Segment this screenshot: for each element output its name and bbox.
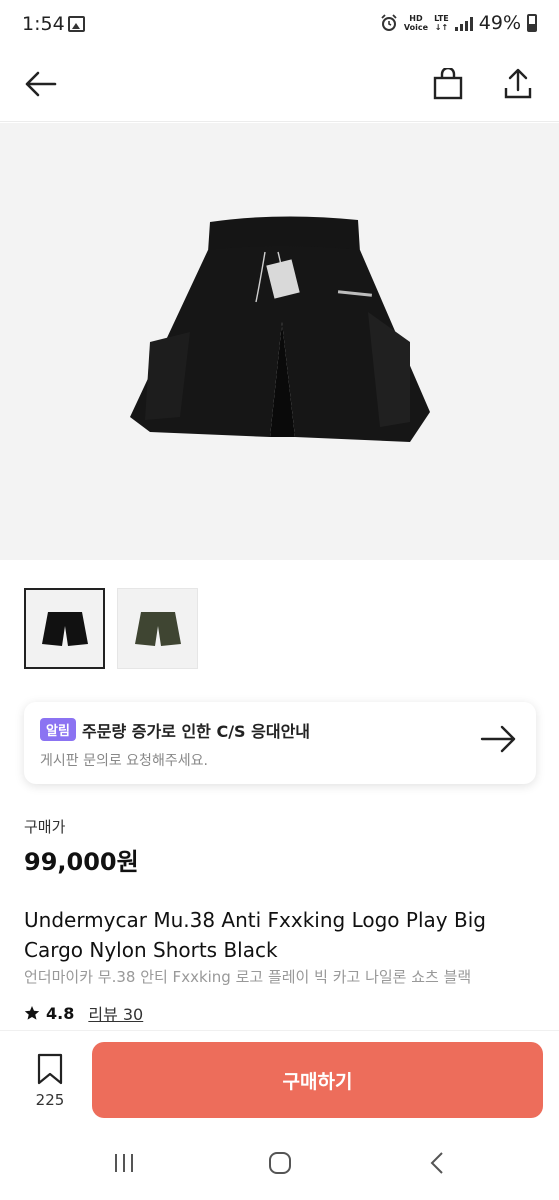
system-back-button[interactable] bbox=[417, 1148, 457, 1178]
voice-label: Voice bbox=[403, 23, 429, 32]
home-icon bbox=[269, 1152, 291, 1174]
home-button[interactable] bbox=[260, 1148, 300, 1178]
arrow-right-icon bbox=[480, 725, 516, 753]
chevron-left-icon bbox=[430, 1152, 443, 1174]
thumbnail-khaki[interactable] bbox=[117, 588, 198, 669]
app-header bbox=[0, 50, 559, 122]
review-link[interactable]: 리뷰 30 bbox=[88, 1001, 143, 1025]
lte-arrows: ↓↑ bbox=[434, 23, 449, 32]
alarm-icon bbox=[381, 14, 397, 31]
shopping-bag-button[interactable] bbox=[426, 62, 470, 106]
buy-button[interactable]: 구매하기 bbox=[92, 1042, 543, 1118]
arrow-left-icon bbox=[25, 71, 57, 97]
product-image[interactable] bbox=[0, 123, 559, 560]
product-title-korean: 언더마이카 무.38 안티 Fxxking 로고 플레이 빅 카고 나일론 쇼츠… bbox=[24, 968, 472, 986]
thumbnail-black[interactable] bbox=[24, 588, 105, 669]
status-bar: 1:54 HD Voice LTE ↓↑ 49% bbox=[0, 0, 559, 50]
notice-badge: 알림 bbox=[40, 718, 76, 741]
rating-value: 4.8 bbox=[46, 1003, 75, 1023]
hd-label: HD bbox=[409, 14, 423, 23]
black-shorts-thumbnail bbox=[41, 611, 88, 646]
bookmark-icon bbox=[37, 1053, 63, 1085]
battery-percent: 49% bbox=[478, 12, 521, 34]
notice-card[interactable]: 알림 주문량 증가로 인한 C/S 응대안내 게시판 문의로 요청해주세요. bbox=[24, 702, 536, 784]
notice-title: 주문량 증가로 인한 C/S 응대안내 bbox=[82, 722, 311, 741]
khaki-shorts-thumbnail bbox=[134, 611, 181, 646]
shopping-bag-icon bbox=[433, 68, 463, 100]
lte-indicator: LTE ↓↑ bbox=[434, 14, 449, 32]
status-time: 1:54 bbox=[22, 13, 65, 35]
price-label: 구매가 bbox=[24, 818, 66, 836]
price-value: 99,000원 bbox=[24, 848, 139, 876]
rating-row: 4.8 리뷰 30 bbox=[24, 1001, 143, 1025]
gallery-notification-icon bbox=[68, 16, 85, 32]
system-nav-bar bbox=[0, 1130, 559, 1200]
signal-icon bbox=[454, 15, 473, 31]
wishlist-button[interactable]: 225 bbox=[26, 1053, 74, 1109]
recent-apps-button[interactable] bbox=[104, 1148, 144, 1178]
product-title: Undermycar Mu.38 Anti Fxxking Logo Play … bbox=[24, 908, 486, 962]
lte-label: LTE bbox=[434, 14, 449, 23]
star-icon bbox=[24, 1006, 40, 1020]
battery-icon bbox=[527, 14, 537, 32]
bottom-action-bar: 225 구매하기 bbox=[0, 1030, 559, 1130]
hd-voice-indicator: HD Voice bbox=[404, 14, 428, 32]
notice-subtitle: 게시판 문의로 요청해주세요. bbox=[40, 753, 208, 769]
share-button[interactable] bbox=[496, 62, 540, 106]
share-upload-icon bbox=[504, 68, 532, 99]
recent-apps-icon bbox=[115, 1154, 133, 1172]
status-indicators: HD Voice LTE ↓↑ 49% bbox=[380, 12, 537, 34]
wishlist-count: 225 bbox=[35, 1091, 65, 1109]
back-button[interactable] bbox=[18, 62, 62, 106]
thumbnail-list bbox=[24, 588, 198, 669]
black-cargo-shorts-image bbox=[129, 215, 430, 442]
